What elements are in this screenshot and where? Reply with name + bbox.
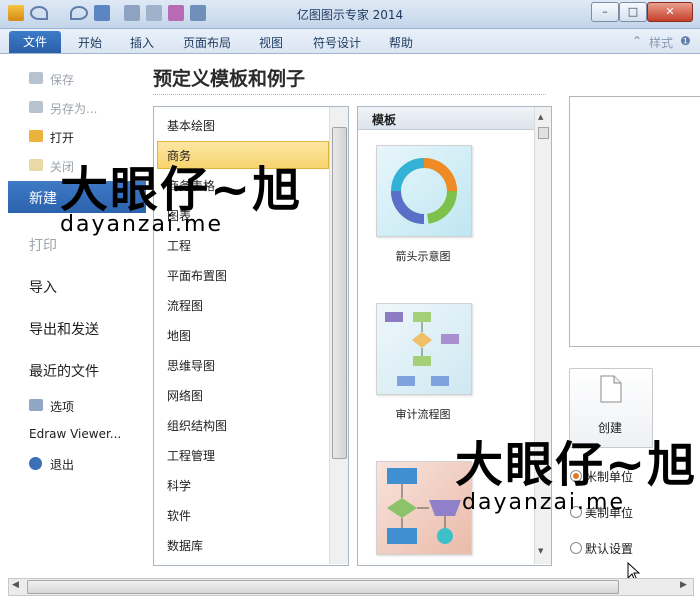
scrollbar-thumb[interactable] xyxy=(538,127,549,139)
default-settings-label[interactable]: 默认设置 xyxy=(585,540,633,557)
sidebar-item-save-as[interactable]: 另存为... xyxy=(50,100,97,117)
page-title: 预定义模板和例子 xyxy=(153,68,306,90)
scroll-down-icon[interactable]: ▼ xyxy=(538,547,543,555)
category-item[interactable]: 软件 xyxy=(167,507,191,524)
options-icon xyxy=(29,399,43,411)
sidebar-item-new-label: 新建 xyxy=(29,191,57,207)
tab-file[interactable]: 文件 xyxy=(9,31,61,53)
template-label[interactable]: 箭头示意图 xyxy=(358,248,488,264)
category-item[interactable]: 科学 xyxy=(167,477,191,494)
tab-view[interactable]: 视图 xyxy=(259,34,283,51)
category-item[interactable]: 基本绘图 xyxy=(167,117,215,134)
save-icon xyxy=(29,72,43,84)
tab-home[interactable]: 开始 xyxy=(78,34,102,51)
sidebar-item-save[interactable]: 保存 xyxy=(50,71,74,88)
close-folder-icon xyxy=(29,159,43,171)
template-header-label: 模板 xyxy=(372,113,397,127)
document-icon xyxy=(600,375,622,403)
category-item[interactable]: 地图 xyxy=(167,327,191,344)
category-item[interactable]: 网络图 xyxy=(167,387,203,404)
category-item[interactable]: 流程图 xyxy=(167,297,203,314)
minimize-button[interactable]: – xyxy=(591,2,619,22)
default-settings-radio[interactable] xyxy=(570,542,582,554)
chevron-up-icon[interactable]: ⌃ xyxy=(632,34,642,48)
category-item[interactable]: 工程 xyxy=(167,237,191,254)
divider xyxy=(153,94,546,95)
sidebar-item-import[interactable]: 导入 xyxy=(29,277,57,297)
horizontal-scrollbar[interactable]: ◀ ▶ xyxy=(8,578,694,596)
watermark-url: dayanzai.me xyxy=(60,212,223,237)
maximize-button[interactable]: □ xyxy=(619,2,647,22)
watermark-brand: 大眼仔~旭 xyxy=(455,437,698,493)
template-thumb-arrow-diagram[interactable] xyxy=(376,145,472,237)
exit-icon xyxy=(29,457,42,470)
template-thumb-audit-flowchart[interactable] xyxy=(376,303,472,395)
watermark-url: dayanzai.me xyxy=(462,490,625,515)
ribbon-tabs: 文件 开始 插入 页面布局 视图 符号设计 帮助 ⌃ 样式 ❶ xyxy=(0,29,700,54)
template-header: 模板 xyxy=(358,107,534,130)
flowchart-icon xyxy=(385,312,459,386)
category-scrollbar[interactable] xyxy=(329,107,348,564)
sidebar-item-recent[interactable]: 最近的文件 xyxy=(29,361,99,381)
scroll-up-icon[interactable]: ▲ xyxy=(538,113,543,121)
open-folder-icon xyxy=(29,130,43,142)
category-item[interactable]: 组织结构图 xyxy=(167,417,227,434)
style-menu[interactable]: 样式 xyxy=(649,34,673,51)
sidebar-item-print[interactable]: 打印 xyxy=(29,235,57,255)
category-item[interactable]: 工程管理 xyxy=(167,447,215,464)
save-as-icon xyxy=(29,101,43,113)
scroll-right-icon[interactable]: ▶ xyxy=(680,580,687,590)
tab-page-layout[interactable]: 页面布局 xyxy=(183,34,231,51)
title-bar: 亿图图示专家 2014 – □ ✕ xyxy=(0,0,700,29)
template-label[interactable]: 审计流程图 xyxy=(358,406,488,422)
tab-symbol-design[interactable]: 符号设计 xyxy=(313,34,361,51)
category-item[interactable]: 平面布置图 xyxy=(167,267,227,284)
category-item[interactable]: 思维导图 xyxy=(167,357,215,374)
watermark-brand: 大眼仔~旭 xyxy=(60,162,303,218)
sidebar-item-exit[interactable]: 退出 xyxy=(50,456,74,473)
scrollbar-thumb[interactable] xyxy=(27,580,619,594)
help-icon[interactable]: ❶ xyxy=(680,34,691,48)
close-button[interactable]: ✕ xyxy=(647,2,693,22)
backstage-sidebar: 保存 另存为... 打开 关闭 新建 打印 导入 导出和发送 最近的文件 选项 … xyxy=(0,54,146,578)
sidebar-item-options[interactable]: 选项 xyxy=(50,398,74,415)
sidebar-item-export-send[interactable]: 导出和发送 xyxy=(29,319,99,339)
sidebar-item-open[interactable]: 打开 xyxy=(50,129,74,146)
category-item[interactable]: 数据库 xyxy=(167,537,203,554)
tab-help[interactable]: 帮助 xyxy=(389,34,413,51)
tab-insert[interactable]: 插入 xyxy=(130,34,154,51)
circular-arrows-icon xyxy=(391,158,457,224)
scrollbar-thumb[interactable] xyxy=(332,127,347,459)
scroll-left-icon[interactable]: ◀ xyxy=(12,580,19,590)
template-preview xyxy=(569,96,700,347)
sidebar-item-edraw-viewer[interactable]: Edraw Viewer... xyxy=(29,427,121,441)
